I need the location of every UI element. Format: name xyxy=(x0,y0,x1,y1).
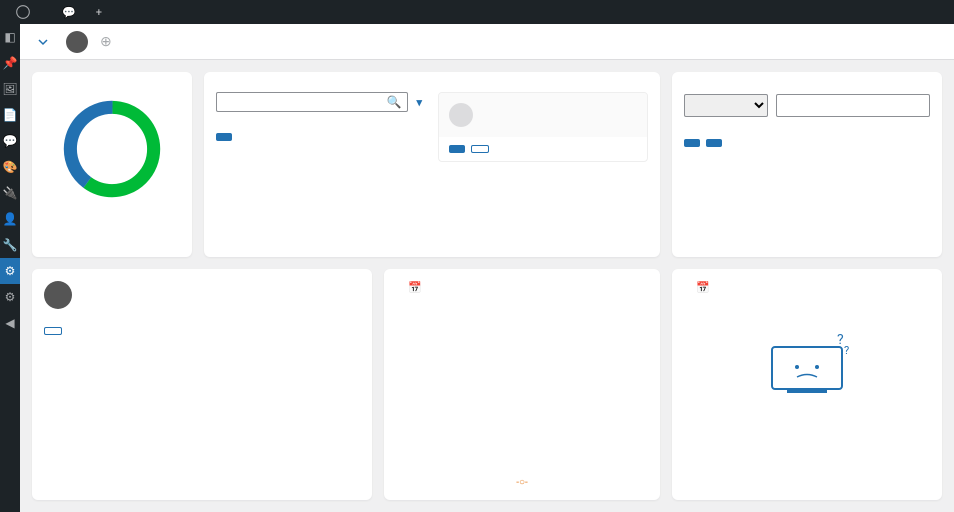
menu-appearance-icon[interactable]: 🎨 xyxy=(0,154,20,180)
trusted-devices-card: 📅 ? ? xyxy=(672,269,942,500)
svg-text:?: ? xyxy=(837,332,844,348)
add-ban-button[interactable] xyxy=(684,139,700,147)
menu-comments-icon[interactable]: 💬 xyxy=(0,128,20,154)
menu-media-icon[interactable]: 🖼 xyxy=(0,76,20,102)
menu-plugins-icon[interactable]: 🔌 xyxy=(0,180,20,206)
empty-state-illustration: ? ? xyxy=(762,332,852,402)
add-many-button[interactable] xyxy=(706,139,722,147)
no-data-message xyxy=(684,300,930,320)
calendar-icon: 📅 xyxy=(408,281,422,294)
force-logout-button[interactable] xyxy=(44,327,62,335)
svg-text:?: ? xyxy=(844,344,849,357)
topbar: ⊕ xyxy=(20,24,954,60)
bans-donut-chart xyxy=(57,94,167,204)
menu-dashboard-icon[interactable]: ◧ xyxy=(0,24,20,50)
topbar-add-icon[interactable]: ⊕ xyxy=(100,34,112,50)
send-2fa-reminder-button[interactable] xyxy=(449,145,465,153)
banned-search-input[interactable] xyxy=(776,94,930,117)
comments-count[interactable]: 💬 xyxy=(54,6,88,19)
menu-pages-icon[interactable]: 📄 xyxy=(0,102,20,128)
menu-users-icon[interactable]: 👤 xyxy=(0,206,20,232)
date-range-picker[interactable]: 📅 xyxy=(692,281,710,294)
calendar-icon: 📅 xyxy=(696,281,710,294)
wp-logo[interactable] xyxy=(8,5,38,19)
brute-force-chart xyxy=(396,300,648,470)
brute-force-card: 📅 -○- xyxy=(384,269,660,500)
banned-users-card xyxy=(672,72,942,257)
menu-security-icon[interactable]: ⚙ xyxy=(0,258,20,284)
roles-filter[interactable]: ▾ xyxy=(416,96,426,109)
menu-tools-icon[interactable]: 🔧 xyxy=(0,232,20,258)
banned-filter-select[interactable] xyxy=(684,94,768,117)
menu-posts-icon[interactable]: 📌 xyxy=(0,50,20,76)
avatar xyxy=(449,103,473,127)
date-range-picker[interactable]: 📅 xyxy=(404,281,422,294)
avatar xyxy=(44,281,72,309)
current-user-card xyxy=(32,269,372,500)
search-input-wrap[interactable]: 🔍 xyxy=(216,92,408,112)
menu-collapse-icon[interactable]: ◀ xyxy=(0,310,20,336)
page-title[interactable] xyxy=(32,37,48,47)
chevron-down-icon xyxy=(38,37,48,47)
search-icon: 🔍 xyxy=(387,95,402,109)
menu-settings-icon[interactable]: ⚙ xyxy=(0,284,20,310)
chart-legend: -○- xyxy=(396,477,648,488)
filter-icon: ▾ xyxy=(416,96,422,109)
avatar[interactable] xyxy=(66,31,88,53)
force-logout-button[interactable] xyxy=(471,145,489,153)
wp-sidebar: ◧ 📌 🖼 📄 💬 🎨 🔌 👤 🔧 ⚙ ⚙ ◀ xyxy=(0,24,20,512)
bans-overview-card xyxy=(32,72,192,257)
user-detail-panel xyxy=(438,92,648,162)
new-content[interactable]: + xyxy=(88,6,114,19)
search-input[interactable] xyxy=(223,96,387,109)
force-password-change-button[interactable] xyxy=(216,133,232,141)
user-security-profiles-card: 🔍 ▾ xyxy=(204,72,660,257)
wp-admin-bar: 💬 + xyxy=(0,0,954,24)
